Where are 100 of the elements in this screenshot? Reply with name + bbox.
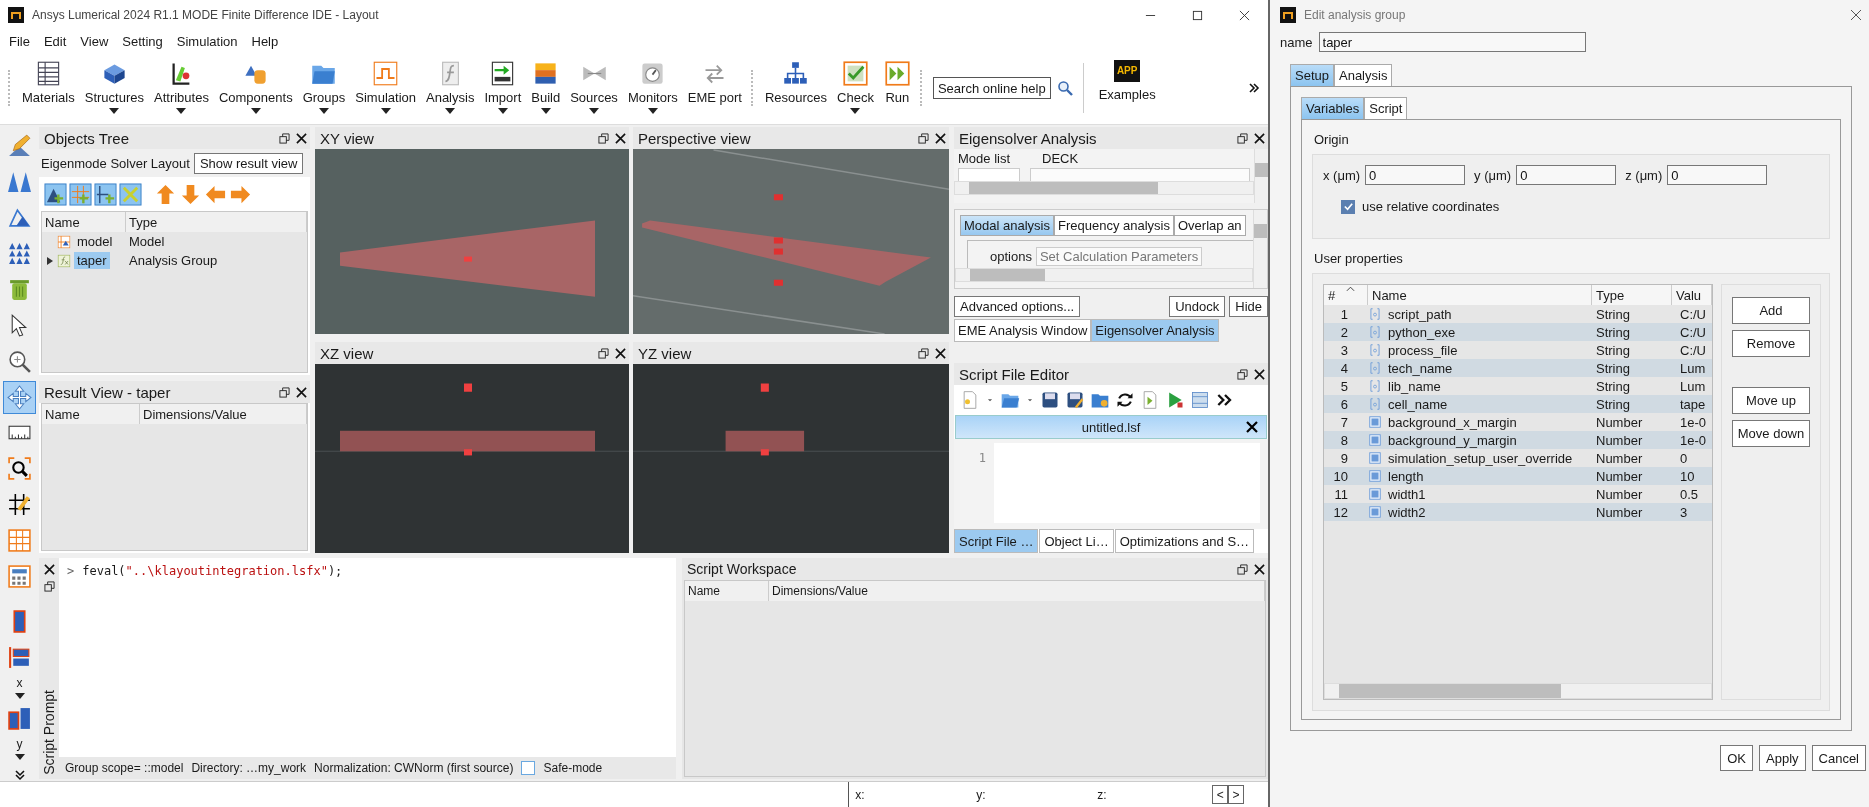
close-icon[interactable] [615, 132, 626, 144]
tree-item[interactable]: taper [74, 252, 110, 269]
float-icon[interactable] [598, 347, 609, 359]
float-icon[interactable] [279, 132, 290, 144]
float-icon[interactable] [598, 132, 609, 144]
dialog-tab[interactable]: Analysis [1334, 64, 1393, 86]
checkbox[interactable] [1341, 199, 1355, 214]
horizontal-scrollbar[interactable] [954, 181, 1254, 195]
toolbar-button[interactable]: Analysis [421, 58, 480, 118]
options-dropdown[interactable]: Set Calculation Parameters [1035, 247, 1203, 266]
close-icon[interactable] [1254, 132, 1265, 144]
toolbar-button[interactable]: Resources [759, 58, 833, 118]
toolbar-button[interactable]: Simulation [350, 58, 421, 118]
dock-tab[interactable]: EME Analysis Window [954, 319, 1092, 342]
toolbar-button[interactable]: Run [878, 58, 916, 118]
dock-tab[interactable]: Object Li… [1039, 529, 1114, 553]
column-header[interactable]: Name [42, 212, 126, 232]
column-header[interactable]: Name [685, 581, 769, 601]
toolbar-button[interactable]: Import [479, 58, 527, 118]
nav-button[interactable]: < [1212, 785, 1229, 804]
toolbar-button[interactable]: Attributes [149, 58, 214, 118]
axis-selector[interactable]: x [14, 677, 25, 700]
menu-item[interactable]: Simulation [169, 33, 245, 49]
vertical-scrollbar[interactable] [1253, 210, 1267, 288]
coordinate-field[interactable]: 0 [1516, 165, 1617, 185]
toolbar-button[interactable]: Check [832, 58, 879, 118]
triangle-plus-icon[interactable] [44, 182, 67, 206]
dock-tab[interactable]: Eigensolver Analysis [1091, 319, 1219, 342]
solver-tab[interactable]: Overlap an [1174, 215, 1246, 236]
float-icon[interactable] [918, 132, 929, 144]
close-icon[interactable] [615, 347, 626, 359]
float-icon[interactable] [918, 347, 929, 359]
float-icon[interactable] [1237, 132, 1248, 144]
menu-item[interactable]: File [2, 33, 37, 49]
close-icon[interactable] [43, 564, 55, 575]
tree-item[interactable]: model [74, 233, 116, 250]
float-icon[interactable] [279, 386, 290, 398]
refresh-icon[interactable] [1115, 390, 1135, 410]
dialog-button[interactable]: Apply [1759, 745, 1806, 771]
coordinate-field[interactable]: 0 [1365, 165, 1466, 185]
close-icon[interactable] [1246, 421, 1258, 433]
column-header[interactable]: Name [42, 404, 140, 424]
menu-item[interactable]: Help [244, 33, 286, 49]
advanced-options-button[interactable]: Advanced options... [954, 296, 1081, 317]
close-icon[interactable] [296, 132, 307, 144]
axis-plus-icon[interactable] [94, 182, 117, 206]
float-icon[interactable] [43, 581, 55, 592]
property-button[interactable]: Remove [1732, 330, 1810, 357]
search-help-button[interactable]: Search online help [932, 77, 1051, 99]
search-icon[interactable] [1056, 80, 1073, 96]
chevron-right-icon[interactable] [1248, 82, 1260, 94]
close-icon[interactable] [1239, 9, 1250, 21]
column-header[interactable]: Type [126, 212, 307, 232]
close-icon[interactable] [1254, 563, 1265, 575]
property-button[interactable]: Add [1732, 297, 1810, 324]
nav-button[interactable]: > [1228, 785, 1244, 804]
solver-tab[interactable]: Modal analysis [960, 215, 1054, 236]
dock-tab[interactable]: Optimizations and S… [1114, 529, 1255, 553]
float-icon[interactable] [1237, 563, 1248, 575]
close-icon[interactable] [296, 386, 307, 398]
checkbox[interactable] [521, 761, 536, 775]
toolbar-button[interactable]: Build [526, 58, 566, 118]
dialog-tab[interactable]: Setup [1290, 64, 1334, 86]
horizontal-scrollbar[interactable] [955, 268, 1253, 282]
property-button[interactable]: Move up [1732, 387, 1810, 414]
show-result-view-button[interactable]: Show result view [193, 152, 304, 174]
horizontal-scrollbar[interactable] [1324, 683, 1712, 699]
menu-item[interactable]: Edit [36, 33, 74, 49]
toolbar-button[interactable]: Sources [565, 58, 623, 118]
axis-selector[interactable]: y [14, 738, 25, 760]
column-header[interactable]: Dimensions/Value [140, 404, 307, 424]
dock-button[interactable]: Hide [1229, 296, 1268, 317]
toolbar-button[interactable]: Groups [297, 58, 351, 118]
dialog-tab[interactable]: Variables [1301, 97, 1365, 119]
save-edit-icon[interactable] [1065, 390, 1085, 410]
close-icon[interactable] [1254, 368, 1265, 380]
toolbar-button[interactable]: Monitors [622, 58, 683, 118]
dock-tab[interactable]: Script File … [954, 529, 1039, 553]
name-field[interactable]: taper [1318, 32, 1586, 52]
solver-tab[interactable]: Frequency analysis [1054, 215, 1174, 236]
maximize-icon[interactable] [1192, 9, 1203, 21]
menu-item[interactable]: View [73, 33, 116, 49]
column-header[interactable]: Dimensions/Value [769, 581, 1265, 601]
toolbar-button[interactable]: Structures [79, 58, 149, 118]
property-button[interactable]: Move down [1732, 420, 1810, 447]
panel-icon[interactable] [1190, 390, 1210, 410]
examples-button[interactable]: APP Examples [1093, 58, 1161, 118]
menu-item[interactable]: Setting [115, 33, 170, 49]
close-icon[interactable] [935, 347, 946, 359]
toolbar-button[interactable]: Materials [17, 58, 80, 118]
dialog-button[interactable]: OK [1720, 745, 1753, 771]
toolbar-button[interactable]: Components [213, 58, 298, 118]
console[interactable]: > feval("..\klayoutintegration.lsfx"); [59, 558, 676, 757]
dock-button[interactable]: Undock [1169, 296, 1226, 317]
save-icon[interactable] [1040, 390, 1060, 410]
toolbar-button[interactable]: EME port [682, 58, 747, 118]
close-icon[interactable] [935, 132, 946, 144]
float-icon[interactable] [1237, 368, 1248, 380]
coordinate-field[interactable]: 0 [1667, 165, 1768, 185]
dialog-button[interactable]: Cancel [1811, 745, 1866, 771]
